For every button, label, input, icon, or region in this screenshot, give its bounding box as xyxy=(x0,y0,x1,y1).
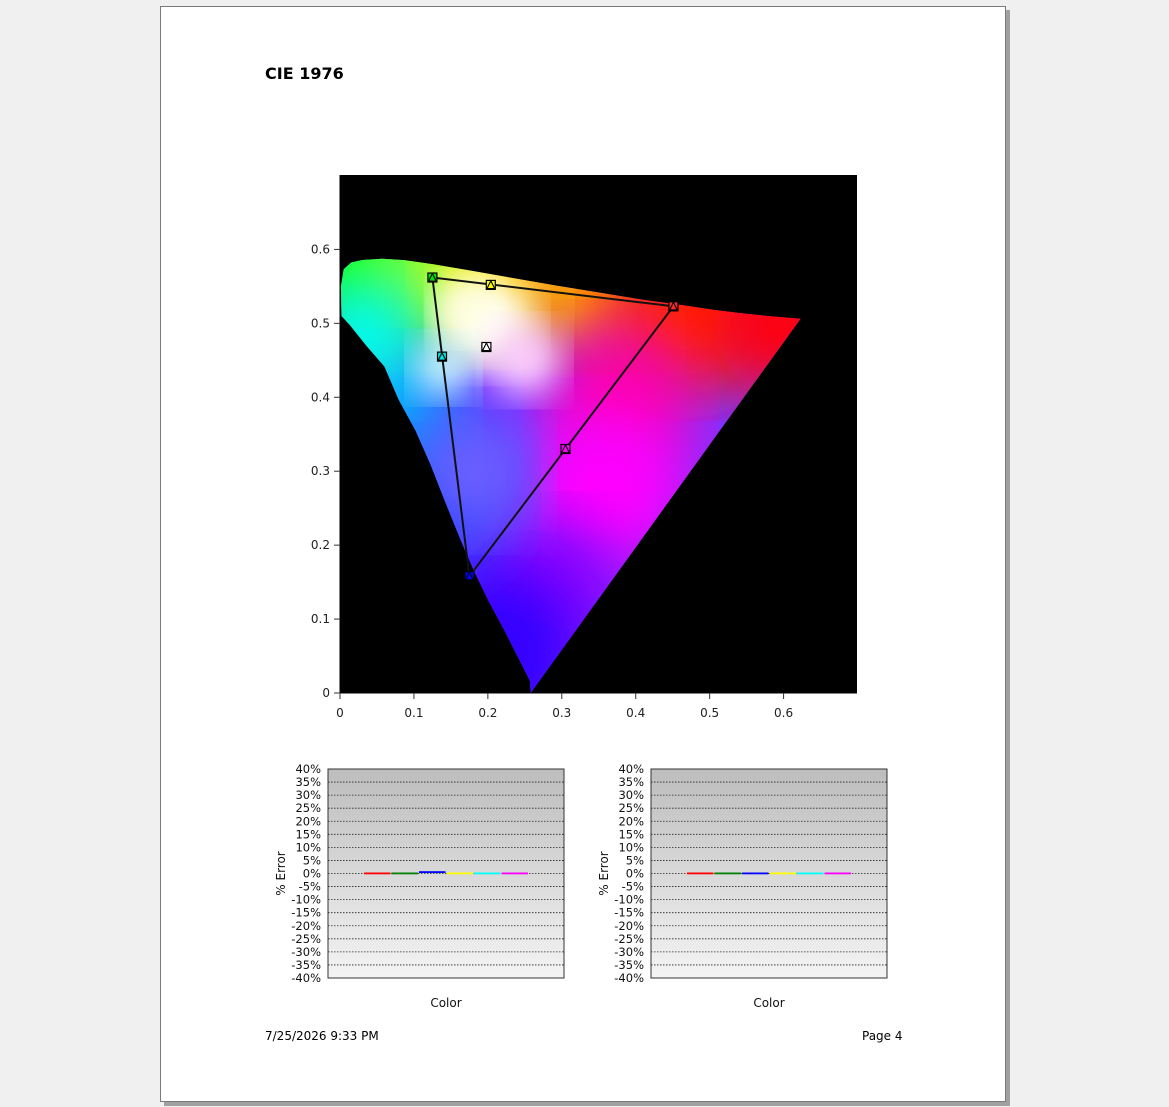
y-tick-label: 0% xyxy=(303,867,321,881)
y-tick-label: -35% xyxy=(614,958,644,972)
x-axis-label: Color xyxy=(430,996,461,1010)
error-chart-right: 40%35%30%25%20%15%10%5%0%-5%-10%-15%-20%… xyxy=(597,762,888,1010)
y-tick-label: 30% xyxy=(618,788,644,802)
y-tick-label: -10% xyxy=(614,893,644,907)
y-tick-label: 5% xyxy=(303,853,321,867)
error-bar xyxy=(391,872,418,875)
y-tick-label: 30% xyxy=(295,788,321,802)
y-tick-label: -20% xyxy=(291,919,321,933)
y-tick-label: 20% xyxy=(295,814,321,828)
footer-date: 7/25/2026 9:33 PM xyxy=(265,1029,379,1043)
error-bar xyxy=(687,872,714,875)
y-tick-label: -40% xyxy=(291,971,321,985)
y-tick-label: -30% xyxy=(291,945,321,959)
error-bar xyxy=(501,872,528,875)
y-tick-label: -15% xyxy=(614,906,644,920)
y-tick-label: 35% xyxy=(295,775,321,789)
y-axis-label: % Error xyxy=(274,851,288,896)
y-tick-label: 35% xyxy=(618,775,644,789)
x-axis-label: Color xyxy=(753,996,784,1010)
y-tick-label: -35% xyxy=(291,958,321,972)
y-tick-label: 20% xyxy=(618,814,644,828)
error-bar xyxy=(742,872,769,875)
y-tick-label: 15% xyxy=(618,827,644,841)
error-bar xyxy=(419,871,446,873)
error-charts: 40%35%30%25%20%15%10%5%0%-5%-10%-15%-20%… xyxy=(274,762,888,1010)
y-tick-label: 0% xyxy=(626,867,644,881)
y-tick-label: 10% xyxy=(295,840,321,854)
y-tick-label: -5% xyxy=(299,880,321,894)
y-tick-label: -20% xyxy=(614,919,644,933)
error-bar xyxy=(714,872,741,875)
error-bar xyxy=(364,872,391,875)
footer-page-number: Page 4 xyxy=(862,1029,903,1043)
error-bar xyxy=(446,872,473,875)
y-tick-label: -25% xyxy=(614,932,644,946)
error-bar xyxy=(824,872,851,875)
error-bar xyxy=(474,872,501,875)
y-tick-label: 25% xyxy=(295,801,321,815)
y-tick-label: 40% xyxy=(295,762,321,776)
error-chart-left: 40%35%30%25%20%15%10%5%0%-5%-10%-15%-20%… xyxy=(274,762,565,1010)
error-bar xyxy=(769,872,796,875)
y-tick-label: -40% xyxy=(614,971,644,985)
y-tick-label: -10% xyxy=(291,893,321,907)
y-tick-label: -25% xyxy=(291,932,321,946)
y-tick-label: 25% xyxy=(618,801,644,815)
y-tick-label: 5% xyxy=(626,853,644,867)
y-axis-label: % Error xyxy=(597,851,611,896)
y-tick-label: 40% xyxy=(618,762,644,776)
y-tick-label: -15% xyxy=(291,906,321,920)
y-tick-label: 10% xyxy=(618,840,644,854)
y-tick-label: -5% xyxy=(622,880,644,894)
y-tick-label: -30% xyxy=(614,945,644,959)
error-bar xyxy=(797,872,824,875)
y-tick-label: 15% xyxy=(295,827,321,841)
